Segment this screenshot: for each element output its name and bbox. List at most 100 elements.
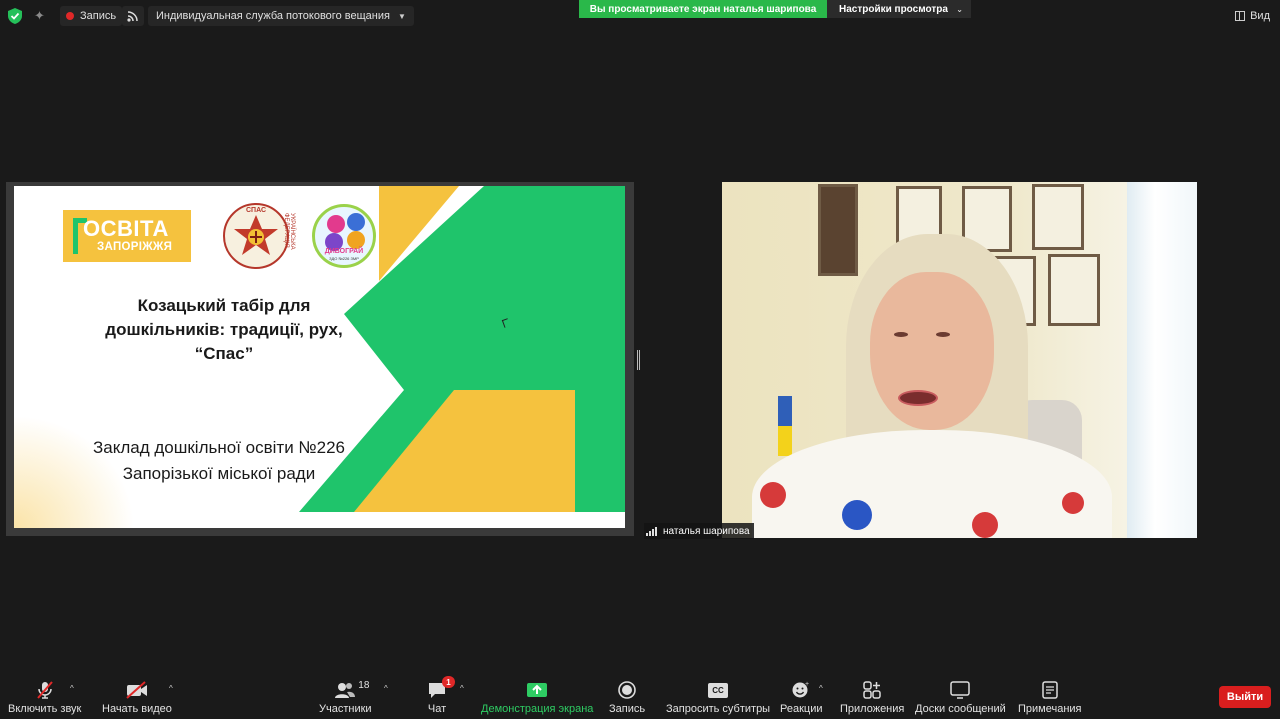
shared-screen[interactable]: ОСВІТА ЗАПОРІЖЖЯ СПАС УКРАЇНСЬКА ФЕДЕРАЦ… <box>6 182 634 536</box>
osvita-logo-subtitle: ЗАПОРІЖЖЯ <box>97 241 173 253</box>
participant-name: наталья шарипова <box>663 525 750 537</box>
apps-button[interactable]: Приложения <box>840 680 904 718</box>
share-screen-button[interactable]: Демонстрация экрана <box>481 680 593 718</box>
view-button[interactable]: Вид <box>1235 7 1270 25</box>
embroidery <box>972 512 998 538</box>
slide-title-line: Козацький табір для <box>137 296 311 315</box>
spas-star-icon <box>234 215 278 255</box>
leave-button[interactable]: Выйти <box>1219 686 1271 708</box>
chat-icon: 1 <box>427 676 455 700</box>
record-dot-icon <box>66 12 74 20</box>
view-settings-label: Настройки просмотра <box>839 3 948 15</box>
embroidery <box>842 500 872 530</box>
reactions-button[interactable]: + Реакции <box>780 680 823 718</box>
apps-icon <box>863 680 881 700</box>
slide-subtitle-line: Заклад дошкільної освіти №226 <box>92 438 346 457</box>
audio-options-chevron-icon[interactable]: ^ <box>70 684 74 693</box>
notes-icon <box>1042 680 1058 700</box>
flower-icon <box>347 213 365 231</box>
whiteboards-button[interactable]: Доски сообщений <box>915 680 1006 718</box>
recording-indicator[interactable]: Запись <box>60 6 123 26</box>
video-options-chevron-icon[interactable]: ^ <box>169 684 173 693</box>
embroidery <box>1062 492 1084 514</box>
start-video-button[interactable]: Начать видео <box>102 680 172 718</box>
participants-icon: 18 <box>334 680 369 700</box>
notes-button[interactable]: Примечания <box>1018 680 1082 718</box>
request-captions-label: Запросить субтитры <box>666 703 771 715</box>
reactions-options-chevron-icon[interactable]: ^ <box>819 684 823 693</box>
presentation-slide: ОСВІТА ЗАПОРІЖЖЯ СПАС УКРАЇНСЬКА ФЕДЕРАЦ… <box>14 186 625 528</box>
share-screen-icon <box>526 680 548 700</box>
svg-text:+: + <box>805 681 809 688</box>
record-button[interactable]: Запись <box>609 680 645 718</box>
participant-name-tag: наталья шарипова <box>644 523 754 539</box>
flower-icon <box>327 215 345 233</box>
signal-strength-icon <box>646 526 658 536</box>
chat-button[interactable]: 1 Чат <box>427 676 455 718</box>
record-icon <box>617 680 637 700</box>
view-label: Вид <box>1250 10 1270 22</box>
meeting-toolbar: Включить звук ^ Начать видео ^ 18 Участн… <box>0 672 1280 719</box>
slide-title-line: дошкільників: традиції, рух, <box>105 320 343 339</box>
slide-title-line: “Спас” <box>194 344 254 363</box>
request-captions-button[interactable]: CC Запросить субтитры <box>666 680 770 718</box>
resize-handle[interactable] <box>637 350 640 370</box>
spas-logo-side-text: УКРАЇНСЬКА ФЕДЕРАЦІЯ <box>283 213 295 250</box>
wall-frame <box>818 184 858 276</box>
viewing-banner: Вы просматриваете экран наталья шарипова <box>579 0 827 18</box>
recording-label: Запись <box>80 10 117 22</box>
live-stream-icon[interactable] <box>122 6 144 26</box>
dyvograi-logo-sub: ЗДО №226 ЗМР <box>329 256 359 261</box>
participants-options-chevron-icon[interactable]: ^ <box>384 684 388 693</box>
osvita-logo-title: ОСВІТА <box>83 216 169 241</box>
dyvograi-logo: ДИВОГРАЙ ЗДО №226 ЗМР <box>312 204 376 268</box>
shield-icon[interactable] <box>8 6 24 26</box>
window-curtain <box>1127 182 1197 538</box>
record-label: Запись <box>609 703 646 715</box>
unmute-label: Включить звук <box>8 703 82 715</box>
participant-eye <box>894 332 908 337</box>
slide-subtitle-line: Запорізької міської ради <box>122 464 316 483</box>
participant-video[interactable] <box>722 182 1197 538</box>
streaming-service-dropdown[interactable]: Индивидуальная служба потокового вещания… <box>148 6 414 26</box>
spas-logo: СПАС УКРАЇНСЬКА ФЕДЕРАЦІЯ <box>223 203 295 269</box>
streaming-service-label: Индивидуальная служба потокового вещания <box>156 10 390 22</box>
spas-logo-label: СПАС <box>245 207 267 214</box>
cc-icon: CC <box>708 680 729 700</box>
slide-subtitle: Заклад дошкільної освіти №226 Запорізько… <box>64 435 374 487</box>
chevron-down-icon: ▼ <box>397 11 406 21</box>
reactions-label: Реакции <box>780 703 823 715</box>
participants-label: Участники <box>319 703 372 715</box>
participants-count: 18 <box>358 680 370 691</box>
share-screen-label: Демонстрация экрана <box>481 703 594 715</box>
chat-unread-badge: 1 <box>442 676 455 688</box>
apps-label: Приложения <box>840 703 905 715</box>
chevron-down-icon: ⌄ <box>956 4 963 14</box>
grid-icon <box>1235 11 1246 21</box>
reaction-icon: + <box>791 680 811 700</box>
participants-button[interactable]: 18 Участники <box>319 680 372 718</box>
sparkle-icon[interactable]: ✦ <box>34 6 50 26</box>
chat-label: Чат <box>427 703 447 715</box>
view-settings-dropdown[interactable]: Настройки просмотра ⌄ <box>827 0 971 18</box>
cc-icon-text: CC <box>708 682 729 698</box>
chat-options-chevron-icon[interactable]: ^ <box>460 684 464 693</box>
whiteboard-icon <box>950 680 971 700</box>
video-off-icon <box>125 680 149 700</box>
ukraine-flag <box>778 396 792 456</box>
dyvograi-logo-label: ДИВОГРАЙ <box>324 248 364 255</box>
participant-eye <box>936 332 950 337</box>
whiteboards-label: Доски сообщений <box>915 703 1006 715</box>
mic-muted-icon <box>35 680 55 700</box>
wall-frame <box>1032 184 1084 250</box>
participant-face <box>870 272 994 430</box>
wall-frame <box>1048 254 1100 326</box>
participant-mouth <box>898 390 938 406</box>
embroidery <box>760 482 786 508</box>
flower-icon <box>347 231 365 249</box>
top-bar: ✦ Запись Индивидуальная служба потоковог… <box>0 0 1280 32</box>
notes-label: Примечания <box>1018 703 1082 715</box>
slide-title: Козацький табір для дошкільників: традиц… <box>84 294 364 366</box>
osvita-logo: ОСВІТА ЗАПОРІЖЖЯ <box>63 210 191 262</box>
start-video-label: Начать видео <box>102 703 172 715</box>
